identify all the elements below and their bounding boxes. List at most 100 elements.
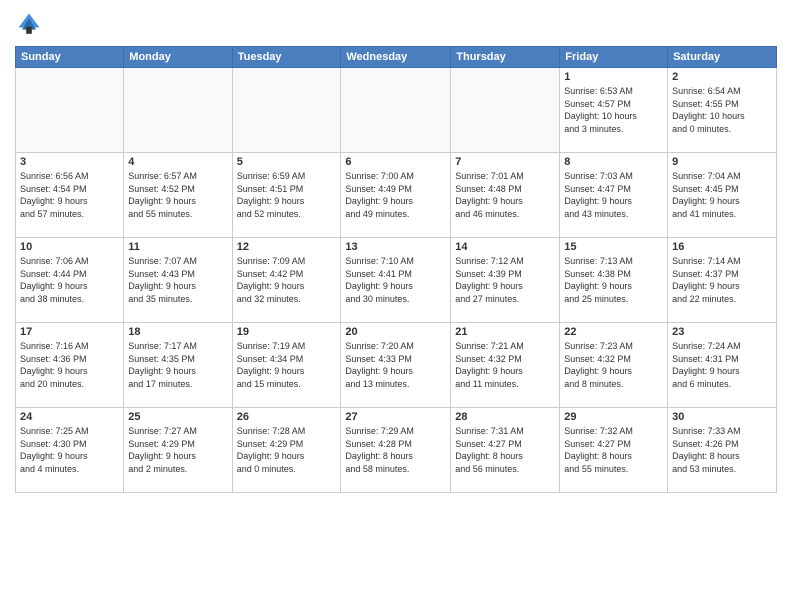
- header: [15, 10, 777, 38]
- day-info: Sunrise: 7:10 AM Sunset: 4:41 PM Dayligh…: [345, 255, 446, 305]
- day-cell: 25 Sunrise: 7:27 AM Sunset: 4:29 PM Dayli…: [124, 408, 232, 493]
- day-cell: 27Sunrise: 7:29 AM Sunset: 4:28 PM Dayli…: [341, 408, 451, 493]
- day-number: 7: [455, 156, 555, 168]
- week-row-2: 3 Sunrise: 6:56 AM Sunset: 4:54 PM Daylig…: [16, 153, 777, 238]
- day-number: 10: [20, 241, 119, 253]
- day-info: Sunrise: 7:17 AM Sunset: 4:35 PM Dayligh…: [128, 340, 227, 390]
- day-number: 20: [345, 326, 446, 338]
- day-number: 28: [455, 411, 555, 423]
- day-info: Sunrise: 7:09 AM Sunset: 4:42 PM Dayligh…: [237, 255, 337, 305]
- day-cell: 6 Sunrise: 7:00 AM Sunset: 4:49 PM Daylig…: [341, 153, 451, 238]
- day-info: Sunrise: 6:53 AM Sunset: 4:57 PM Dayligh…: [564, 85, 663, 135]
- week-row-4: 17 Sunrise: 7:16 AM Sunset: 4:36 PM Dayli…: [16, 323, 777, 408]
- day-info: Sunrise: 7:16 AM Sunset: 4:36 PM Dayligh…: [20, 340, 119, 390]
- day-cell: [451, 68, 560, 153]
- day-info: Sunrise: 7:29 AM Sunset: 4:28 PM Dayligh…: [345, 425, 446, 475]
- day-info: Sunrise: 7:24 AM Sunset: 4:31 PM Dayligh…: [672, 340, 772, 390]
- day-number: 3: [20, 156, 119, 168]
- day-number: 19: [237, 326, 337, 338]
- day-number: 18: [128, 326, 227, 338]
- day-info: Sunrise: 7:13 AM Sunset: 4:38 PM Dayligh…: [564, 255, 663, 305]
- day-header-sunday: Sunday: [16, 47, 124, 68]
- day-info: Sunrise: 7:06 AM Sunset: 4:44 PM Dayligh…: [20, 255, 119, 305]
- day-cell: 4 Sunrise: 6:57 AM Sunset: 4:52 PM Daylig…: [124, 153, 232, 238]
- day-info: Sunrise: 7:04 AM Sunset: 4:45 PM Dayligh…: [672, 170, 772, 220]
- day-cell: 14 Sunrise: 7:12 AM Sunset: 4:39 PM Dayli…: [451, 238, 560, 323]
- day-number: 29: [564, 411, 663, 423]
- day-number: 8: [564, 156, 663, 168]
- day-number: 14: [455, 241, 555, 253]
- day-info: Sunrise: 7:00 AM Sunset: 4:49 PM Dayligh…: [345, 170, 446, 220]
- day-header-wednesday: Wednesday: [341, 47, 451, 68]
- day-info: Sunrise: 7:33 AM Sunset: 4:26 PM Dayligh…: [672, 425, 772, 475]
- day-cell: 26 Sunrise: 7:28 AM Sunset: 4:29 PM Dayli…: [232, 408, 341, 493]
- day-number: 5: [237, 156, 337, 168]
- week-row-5: 24Sunrise: 7:25 AM Sunset: 4:30 PM Dayli…: [16, 408, 777, 493]
- logo-icon: [15, 10, 43, 38]
- header-row: SundayMondayTuesdayWednesdayThursdayFrid…: [16, 47, 777, 68]
- day-info: Sunrise: 7:07 AM Sunset: 4:43 PM Dayligh…: [128, 255, 227, 305]
- day-cell: 19Sunrise: 7:19 AM Sunset: 4:34 PM Dayli…: [232, 323, 341, 408]
- day-cell: 8 Sunrise: 7:03 AM Sunset: 4:47 PM Daylig…: [560, 153, 668, 238]
- day-info: Sunrise: 7:31 AM Sunset: 4:27 PM Dayligh…: [455, 425, 555, 475]
- day-number: 30: [672, 411, 772, 423]
- day-cell: [232, 68, 341, 153]
- day-number: 9: [672, 156, 772, 168]
- day-cell: 2 Sunrise: 6:54 AM Sunset: 4:55 PM Daylig…: [668, 68, 777, 153]
- day-cell: [124, 68, 232, 153]
- day-number: 4: [128, 156, 227, 168]
- day-cell: 18 Sunrise: 7:17 AM Sunset: 4:35 PM Dayli…: [124, 323, 232, 408]
- day-info: Sunrise: 7:20 AM Sunset: 4:33 PM Dayligh…: [345, 340, 446, 390]
- day-number: 2: [672, 71, 772, 83]
- day-info: Sunrise: 6:56 AM Sunset: 4:54 PM Dayligh…: [20, 170, 119, 220]
- day-number: 15: [564, 241, 663, 253]
- day-header-friday: Friday: [560, 47, 668, 68]
- day-cell: 22Sunrise: 7:23 AM Sunset: 4:32 PM Dayli…: [560, 323, 668, 408]
- day-number: 6: [345, 156, 446, 168]
- day-cell: 29Sunrise: 7:32 AM Sunset: 4:27 PM Dayli…: [560, 408, 668, 493]
- day-number: 17: [20, 326, 119, 338]
- day-cell: [341, 68, 451, 153]
- day-number: 26: [237, 411, 337, 423]
- calendar-table: SundayMondayTuesdayWednesdayThursdayFrid…: [15, 46, 777, 493]
- day-cell: 21Sunrise: 7:21 AM Sunset: 4:32 PM Dayli…: [451, 323, 560, 408]
- day-cell: 13 Sunrise: 7:10 AM Sunset: 4:41 PM Dayli…: [341, 238, 451, 323]
- day-header-saturday: Saturday: [668, 47, 777, 68]
- day-number: 24: [20, 411, 119, 423]
- day-info: Sunrise: 7:12 AM Sunset: 4:39 PM Dayligh…: [455, 255, 555, 305]
- day-header-monday: Monday: [124, 47, 232, 68]
- day-info: Sunrise: 6:54 AM Sunset: 4:55 PM Dayligh…: [672, 85, 772, 135]
- day-number: 25: [128, 411, 227, 423]
- day-info: Sunrise: 7:01 AM Sunset: 4:48 PM Dayligh…: [455, 170, 555, 220]
- day-info: Sunrise: 7:27 AM Sunset: 4:29 PM Dayligh…: [128, 425, 227, 475]
- day-cell: 1Sunrise: 6:53 AM Sunset: 4:57 PM Daylig…: [560, 68, 668, 153]
- day-cell: 5 Sunrise: 6:59 AM Sunset: 4:51 PM Daylig…: [232, 153, 341, 238]
- day-cell: 7 Sunrise: 7:01 AM Sunset: 4:48 PM Daylig…: [451, 153, 560, 238]
- day-cell: 20 Sunrise: 7:20 AM Sunset: 4:33 PM Dayli…: [341, 323, 451, 408]
- day-info: Sunrise: 6:59 AM Sunset: 4:51 PM Dayligh…: [237, 170, 337, 220]
- day-number: 23: [672, 326, 772, 338]
- day-info: Sunrise: 6:57 AM Sunset: 4:52 PM Dayligh…: [128, 170, 227, 220]
- day-number: 13: [345, 241, 446, 253]
- day-cell: 23 Sunrise: 7:24 AM Sunset: 4:31 PM Dayli…: [668, 323, 777, 408]
- day-cell: 24Sunrise: 7:25 AM Sunset: 4:30 PM Dayli…: [16, 408, 124, 493]
- day-cell: 3 Sunrise: 6:56 AM Sunset: 4:54 PM Daylig…: [16, 153, 124, 238]
- day-info: Sunrise: 7:28 AM Sunset: 4:29 PM Dayligh…: [237, 425, 337, 475]
- day-info: Sunrise: 7:14 AM Sunset: 4:37 PM Dayligh…: [672, 255, 772, 305]
- day-info: Sunrise: 7:03 AM Sunset: 4:47 PM Dayligh…: [564, 170, 663, 220]
- day-cell: 30 Sunrise: 7:33 AM Sunset: 4:26 PM Dayli…: [668, 408, 777, 493]
- day-cell: 15 Sunrise: 7:13 AM Sunset: 4:38 PM Dayli…: [560, 238, 668, 323]
- day-cell: 10 Sunrise: 7:06 AM Sunset: 4:44 PM Dayli…: [16, 238, 124, 323]
- day-cell: 16 Sunrise: 7:14 AM Sunset: 4:37 PM Dayli…: [668, 238, 777, 323]
- day-cell: 11Sunrise: 7:07 AM Sunset: 4:43 PM Dayli…: [124, 238, 232, 323]
- day-info: Sunrise: 7:21 AM Sunset: 4:32 PM Dayligh…: [455, 340, 555, 390]
- day-cell: [16, 68, 124, 153]
- week-row-1: 1Sunrise: 6:53 AM Sunset: 4:57 PM Daylig…: [16, 68, 777, 153]
- day-cell: 9 Sunrise: 7:04 AM Sunset: 4:45 PM Daylig…: [668, 153, 777, 238]
- day-cell: 17 Sunrise: 7:16 AM Sunset: 4:36 PM Dayli…: [16, 323, 124, 408]
- day-header-tuesday: Tuesday: [232, 47, 341, 68]
- day-header-thursday: Thursday: [451, 47, 560, 68]
- page: SundayMondayTuesdayWednesdayThursdayFrid…: [0, 0, 792, 612]
- day-number: 16: [672, 241, 772, 253]
- day-info: Sunrise: 7:23 AM Sunset: 4:32 PM Dayligh…: [564, 340, 663, 390]
